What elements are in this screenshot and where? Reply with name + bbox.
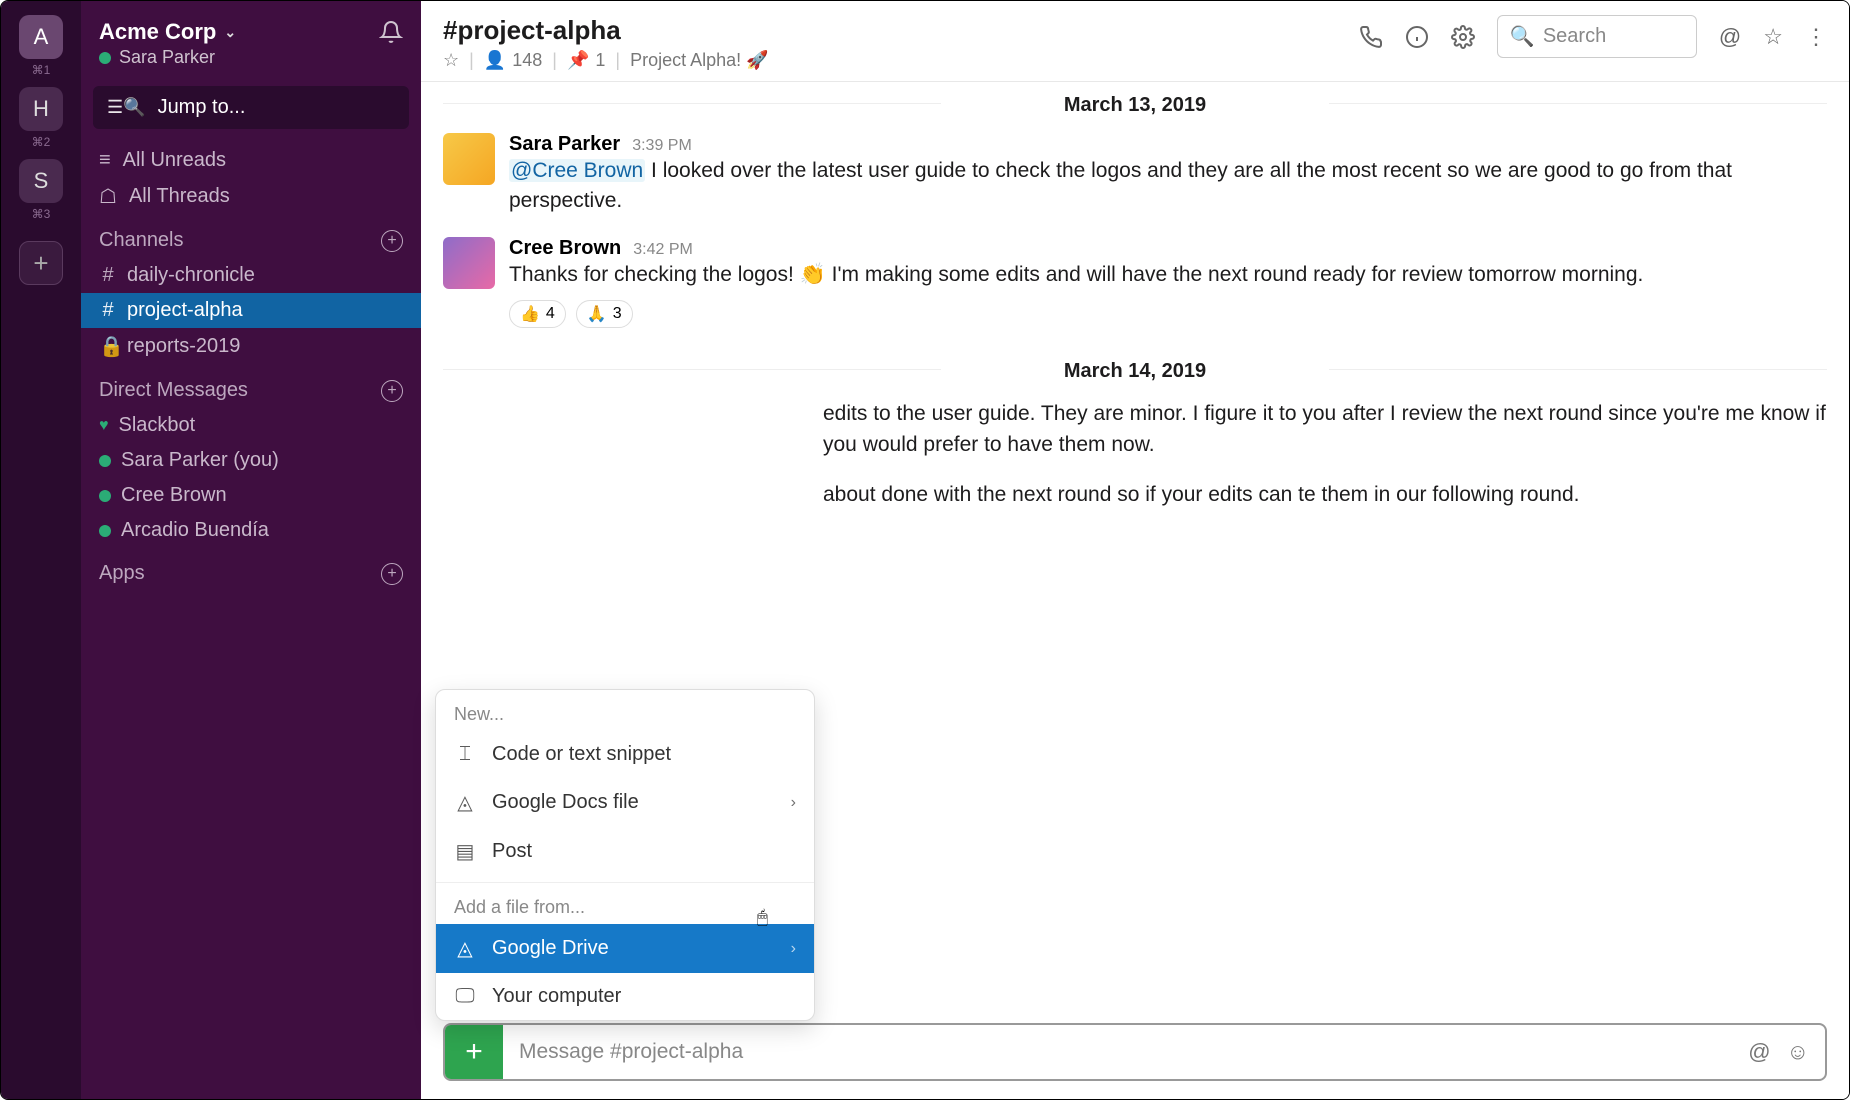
dm-cree-brown[interactable]: Cree Brown <box>81 478 421 513</box>
search-icon: 🔍 <box>1510 24 1535 49</box>
all-threads[interactable]: ☖All Threads <box>81 178 421 215</box>
mention[interactable]: @Cree Brown <box>509 159 645 182</box>
avatar[interactable] <box>443 237 495 289</box>
pin-count[interactable]: 📌1 <box>567 50 605 71</box>
add-workspace-button[interactable]: + <box>19 241 63 285</box>
computer-icon: 🖵 <box>454 985 476 1008</box>
message-body: Thanks for checking the logos! 👏 I'm mak… <box>509 260 1643 290</box>
threads-icon: ☖ <box>99 184 117 209</box>
snippet-icon: ⌶ <box>454 743 476 766</box>
date-divider: March 13, 2019 <box>443 82 1827 123</box>
presence-dot-icon <box>99 52 111 64</box>
jump-to-input[interactable]: ☰🔍 Jump to... <box>93 86 409 129</box>
dm-arcadio-buendia[interactable]: Arcadio Buendía <box>81 513 421 548</box>
rail-workspace-h[interactable]: H ⌘2 <box>19 87 63 149</box>
message: Sara Parker 3:39 PM @Cree Brown I looked… <box>443 123 1827 227</box>
apps-header[interactable]: Apps + <box>81 548 421 591</box>
add-app-button[interactable]: + <box>381 563 403 585</box>
dm-slackbot[interactable]: ♥Slackbot <box>81 408 421 443</box>
avatar[interactable] <box>443 133 495 185</box>
post-icon: ▤ <box>454 839 476 864</box>
presence-dot-icon <box>99 455 111 467</box>
message-time: 3:42 PM <box>633 241 693 259</box>
message-time: 3:39 PM <box>632 137 692 155</box>
message: edits to the user guide. They are minor.… <box>823 389 1827 470</box>
emoji-button[interactable]: ☺ <box>1787 1039 1809 1065</box>
unreads-icon: ≡ <box>99 149 111 172</box>
more-icon[interactable]: ⋮ <box>1805 24 1827 50</box>
menu-google-docs[interactable]: ◬ Google Docs file › <box>436 778 814 827</box>
message: Cree Brown 3:42 PM Thanks for checking t… <box>443 227 1827 338</box>
lock-icon: 🔒 <box>99 334 117 359</box>
attach-menu: New... ⌶ Code or text snippet ◬ Google D… <box>435 689 815 1021</box>
message-author[interactable]: Cree Brown <box>509 237 621 260</box>
gdrive-icon: ◬ <box>454 936 476 961</box>
message-composer: + Message #project-alpha @ ☺ <box>443 1023 1827 1081</box>
pin-icon: 📌 <box>567 50 589 71</box>
message-body: edits to the user guide. They are minor.… <box>823 399 1827 460</box>
mention-button[interactable]: @ <box>1748 1039 1770 1065</box>
menu-code-snippet[interactable]: ⌶ Code or text snippet <box>436 731 814 778</box>
gdrive-icon: ◬ <box>454 790 476 815</box>
notifications-icon[interactable] <box>379 20 403 44</box>
menu-section-header: Add a file from... <box>436 883 814 924</box>
date-divider: March 14, 2019 <box>443 348 1827 389</box>
add-dm-button[interactable]: + <box>381 380 403 402</box>
current-user[interactable]: Sara Parker <box>81 47 421 80</box>
dms-header[interactable]: Direct Messages + <box>81 365 421 408</box>
channel-view: #project-alpha ☆ | 👤148 | 📌1 | Project A… <box>421 1 1849 1099</box>
message-author[interactable]: Sara Parker <box>509 133 620 156</box>
rail-workspace-s[interactable]: S ⌘3 <box>19 159 63 221</box>
dm-sara-parker[interactable]: Sara Parker (you) <box>81 443 421 478</box>
channel-reports-2019[interactable]: 🔒reports-2019 <box>81 328 421 365</box>
menu-post[interactable]: ▤ Post <box>436 827 814 876</box>
workspace-switcher[interactable]: Acme Corp⌄ <box>99 19 236 45</box>
message-body: @Cree Brown I looked over the latest use… <box>509 156 1827 217</box>
reaction[interactable]: 🙏3 <box>576 300 633 328</box>
channel-title: #project-alpha <box>443 15 769 46</box>
composer-input[interactable]: Message #project-alpha <box>503 1040 1748 1064</box>
message-body: about done with the next round so if you… <box>823 480 1579 510</box>
star-channel-button[interactable]: ☆ <box>443 50 459 71</box>
reaction[interactable]: 👍4 <box>509 300 566 328</box>
message: about done with the next round so if you… <box>823 470 1827 520</box>
sidebar: Acme Corp⌄ Sara Parker ☰🔍 Jump to... ≡Al… <box>81 1 421 1099</box>
all-unreads[interactable]: ≡All Unreads <box>81 143 421 178</box>
rail-workspace-a[interactable]: A ⌘1 <box>19 15 63 77</box>
attach-button[interactable]: + <box>445 1025 503 1079</box>
info-icon[interactable] <box>1405 25 1429 49</box>
add-channel-button[interactable]: + <box>381 230 403 252</box>
presence-dot-icon <box>99 525 111 537</box>
channel-project-alpha[interactable]: #project-alpha <box>81 293 421 328</box>
menu-section-header: New... <box>436 690 814 731</box>
channel-topic[interactable]: Project Alpha! 🚀 <box>630 50 768 71</box>
member-count[interactable]: 👤148 <box>484 50 542 71</box>
jump-icon: ☰🔍 <box>107 97 146 118</box>
search-input[interactable]: 🔍 Search <box>1497 15 1697 58</box>
menu-google-drive[interactable]: ◬ Google Drive › <box>436 924 814 973</box>
person-icon: 👤 <box>484 50 506 71</box>
settings-icon[interactable] <box>1451 25 1475 49</box>
chevron-right-icon: › <box>791 794 796 812</box>
channel-daily-chronicle[interactable]: #daily-chronicle <box>81 258 421 293</box>
channels-header[interactable]: Channels + <box>81 215 421 258</box>
presence-dot-icon <box>99 490 111 502</box>
menu-your-computer[interactable]: 🖵 Your computer <box>436 973 814 1020</box>
chevron-down-icon: ⌄ <box>224 24 236 41</box>
chevron-right-icon: › <box>791 940 796 958</box>
call-icon[interactable] <box>1359 25 1383 49</box>
workspace-rail: A ⌘1 H ⌘2 S ⌘3 + <box>1 1 81 1099</box>
mentions-icon[interactable]: @ <box>1719 24 1741 50</box>
heart-icon: ♥ <box>99 417 109 435</box>
star-icon[interactable]: ☆ <box>1763 24 1783 50</box>
